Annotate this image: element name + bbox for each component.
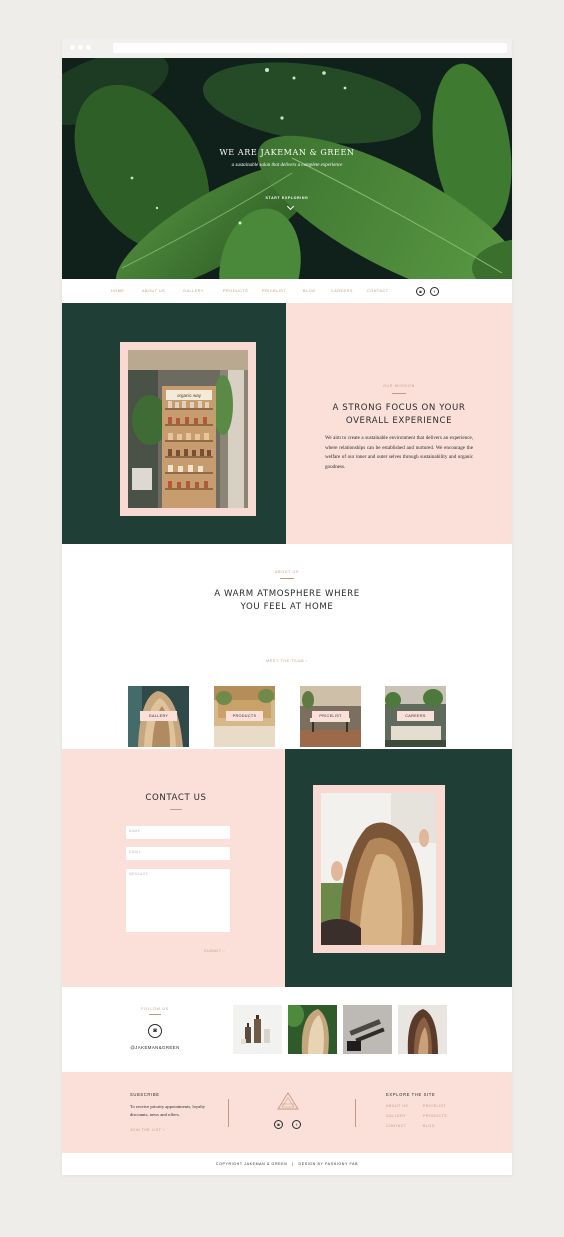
window-dot-icon[interactable] [70,45,75,50]
hero-subtitle: a sustainable salon that delivers a comp… [231,163,343,168]
footer-divider [228,1099,229,1127]
mission-heading-line-1: A STRONG FOCUS ON YOUR [332,403,466,413]
submit-label: SUBMIT [204,949,222,953]
about-heading: A WARM ATMOSPHERE WHERE YOU FEEL AT HOME [62,588,512,614]
about-section: ABOUT US A WARM ATMOSPHERE WHERE YOU FEE… [62,544,512,749]
mission-image-panel: organic way [62,303,286,544]
submit-button[interactable]: SUBMIT › [204,949,225,953]
blonde-hair-photo [288,1005,337,1054]
about-eyebrow: ABOUT US [275,570,299,574]
message-placeholder: MESSAGE [129,872,149,876]
pricelist-tile[interactable]: PRICELIST [300,686,361,747]
hero-title: WE ARE JAKEMAN & GREEN [219,148,355,157]
browser-window: WE ARE JAKEMAN & GREEN a sustainable sal… [62,38,512,1175]
footer-link-gallery[interactable]: GALLERY [386,1114,406,1118]
nav-item-blog[interactable]: BLOG [303,289,316,293]
instagram-icon[interactable]: ◙ [274,1120,283,1129]
divider [170,809,182,810]
curly-hair-photo [321,793,436,945]
contact-image-panel [285,749,512,987]
tile-label-products: PRODUCTS [226,711,263,721]
name-field[interactable]: NAME [126,826,230,839]
copyright-text: COPYRIGHT JAKEMAN & GREEN [215,1162,288,1166]
nav-item-home[interactable]: HOME [111,289,124,293]
contact-photo-frame [313,785,445,953]
instagram-handle[interactable]: @JAKEMAN&GREEN [120,1045,190,1050]
brunette-hair-photo [398,1005,447,1054]
address-bar[interactable] [113,43,507,53]
nav-item-pricelist[interactable]: PRICELIST [262,289,286,293]
divider [149,1014,161,1015]
organic-way-sign: organic way [177,393,202,398]
instagram-icon[interactable]: ◙ [416,287,425,296]
name-placeholder: NAME [129,829,141,833]
instagram-post-brunette[interactable] [398,1005,447,1054]
products-bottles-photo [233,1005,282,1054]
start-exploring-link[interactable]: START EXPLORING [62,196,512,200]
nav-item-about-us[interactable]: ABOUT US [142,289,165,293]
footer-link-pricelist[interactable]: PRICELIST [423,1104,446,1108]
brand-logo-icon[interactable] [277,1092,299,1110]
explore-title: EXPLORE THE SITE [386,1092,436,1097]
facebook-icon[interactable]: f [430,287,439,296]
browser-toolbar [62,38,512,58]
tile-label-careers: CAREERS [397,711,434,721]
instagram-post-hair[interactable] [288,1005,337,1054]
footer-link-about-us[interactable]: ABOUT US [386,1104,408,1108]
meet-the-team-link[interactable]: MEET THE TEAM › [62,659,512,663]
main-navigation: HOME ABOUT US GALLERY PRODUCTS PRICELIST… [62,279,512,303]
subscribe-title: SUBSCRIBE [130,1092,160,1097]
salon-shelf-photo: organic way [128,350,248,508]
contact-heading: CONTACT US [145,793,207,803]
nav-item-products[interactable]: PRODUCTS [223,289,248,293]
subscribe-text: To receive priority appointments, loyalt… [130,1104,206,1117]
instagram-post-products[interactable] [233,1005,282,1054]
window-dot-icon[interactable] [78,45,83,50]
divider [392,393,406,394]
careers-tile[interactable]: CAREERS [385,686,446,747]
nav-item-gallery[interactable]: GALLERY [183,289,204,293]
products-tile[interactable]: PRODUCTS [214,686,275,747]
about-heading-line-1: A WARM ATMOSPHERE WHERE [214,589,360,599]
join-the-list-link[interactable]: JOIN THE LIST › [130,1128,165,1132]
design-credit[interactable]: DESIGN BY FASHIONY FAB [299,1162,359,1166]
instagram-post-tools[interactable] [343,1005,392,1054]
contact-form-panel: CONTACT US NAME EMAIL MESSAGE SUBMIT › [62,749,285,987]
instagram-icon[interactable]: ◙ [148,1024,162,1038]
nav-item-contact[interactable]: CONTACT [367,289,389,293]
email-placeholder: EMAIL [129,850,142,854]
footer-link-blog[interactable]: BLOG [423,1124,435,1128]
meet-the-team-label: MEET THE TEAM [266,659,305,663]
instagram-section: FOLLOW US ◙ @JAKEMAN&GREEN [62,987,512,1072]
copyright-bar: COPYRIGHT JAKEMAN & GREEN | DESIGN BY FA… [62,1153,512,1175]
styling-tools-photo [343,1005,392,1054]
divider [280,578,294,579]
footer-link-products[interactable]: PRODUCTS [423,1114,447,1118]
mission-body: We aim to create a sustainable environme… [325,435,473,470]
join-the-list-label: JOIN THE LIST [130,1128,162,1132]
hero-section: WE ARE JAKEMAN & GREEN a sustainable sal… [62,58,512,279]
mission-text-panel: OUR MISSION A STRONG FOCUS ON YOUR OVERA… [286,303,512,544]
gallery-tile[interactable]: GALLERY [128,686,189,747]
message-field[interactable]: MESSAGE [126,869,230,932]
about-heading-line-2: YOU FEEL AT HOME [240,602,334,612]
mission-heading: A STRONG FOCUS ON YOUR OVERALL EXPERIENC… [286,402,512,428]
window-dot-icon[interactable] [86,45,91,50]
email-field[interactable]: EMAIL [126,847,230,860]
mission-heading-line-2: OVERALL EXPERIENCE [345,416,453,426]
facebook-icon[interactable]: f [292,1120,301,1129]
footer: SUBSCRIBE To receive priority appointmen… [62,1072,512,1153]
tile-label-pricelist: PRICELIST [312,711,349,721]
separator: | [288,1162,297,1166]
nav-item-careers[interactable]: CAREERS [331,289,353,293]
mission-eyebrow: OUR MISSION [383,384,415,388]
footer-link-contact[interactable]: CONTACT [386,1124,407,1128]
tile-label-gallery: GALLERY [140,711,177,721]
mission-photo-frame: organic way [120,342,256,516]
follow-us-eyebrow: FOLLOW US [141,1007,169,1011]
footer-divider [355,1099,356,1127]
